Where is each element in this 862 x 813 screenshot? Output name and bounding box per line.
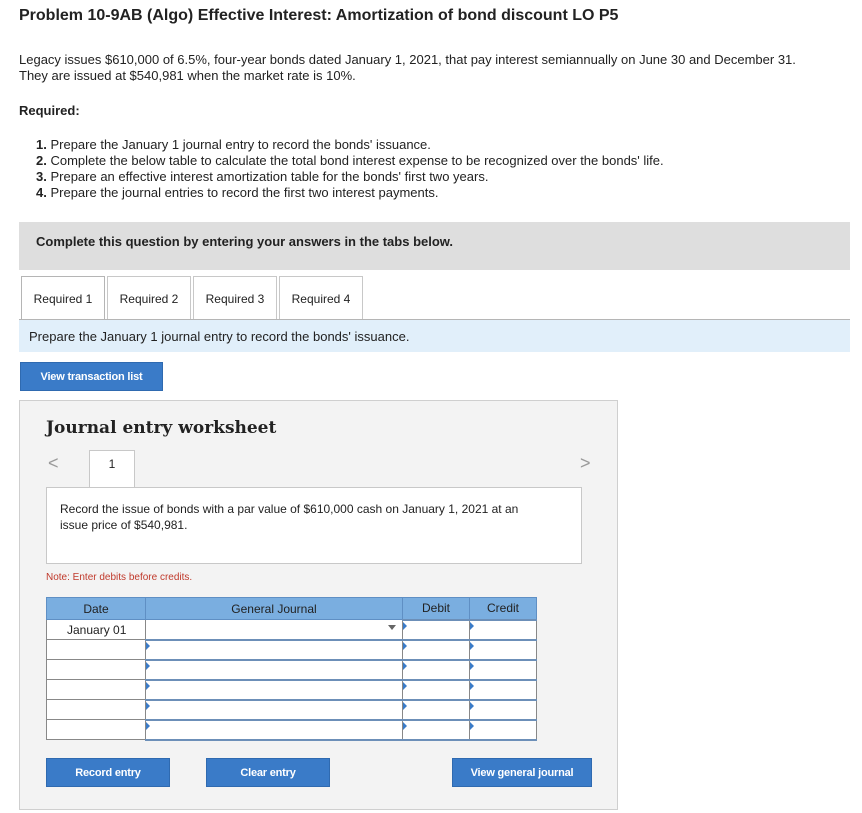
account-select[interactable]: [145, 678, 403, 701]
requirement-number: 4.: [36, 185, 47, 200]
date-cell[interactable]: [46, 719, 146, 740]
input-flag-icon: [403, 681, 407, 690]
next-arrow-icon[interactable]: >: [580, 453, 591, 474]
worksheet-title: Journal entry worksheet: [46, 418, 277, 438]
debit-input[interactable]: [402, 618, 470, 641]
header-date: Date: [46, 597, 146, 620]
input-flag-icon: [470, 721, 474, 730]
input-flag-icon: [403, 641, 407, 650]
account-select[interactable]: [145, 658, 403, 681]
journal-entry-worksheet: Journal entry worksheet < > 1 Record the…: [19, 400, 618, 810]
table-row: January 01: [46, 618, 537, 641]
account-select[interactable]: [145, 638, 403, 661]
journal-header-row: Date General Journal Debit Credit: [46, 597, 537, 620]
table-row: [46, 678, 537, 701]
table-row: [46, 718, 537, 741]
requirement-item: 1. Prepare the January 1 journal entry t…: [36, 137, 664, 153]
requirement-item: 4. Prepare the journal entries to record…: [36, 185, 664, 201]
header-general-journal: General Journal: [145, 597, 403, 620]
table-row: [46, 698, 537, 721]
debit-input[interactable]: [402, 718, 470, 741]
worksheet-page-tab[interactable]: 1: [89, 450, 135, 488]
account-select[interactable]: [145, 698, 403, 721]
credit-input[interactable]: [469, 678, 537, 701]
credit-input[interactable]: [469, 658, 537, 681]
clear-entry-button[interactable]: Clear entry: [206, 758, 330, 787]
requirement-text: Complete the below table to calculate th…: [50, 153, 664, 168]
requirement-tabs: Required 1 Required 2 Required 3 Require…: [19, 276, 850, 320]
dropdown-arrow-icon[interactable]: [388, 625, 396, 630]
entry-note: Note: Enter debits before credits.: [46, 572, 193, 583]
requirements-list: 1. Prepare the January 1 journal entry t…: [36, 137, 664, 201]
input-flag-icon: [146, 661, 150, 670]
requirement-number: 1.: [36, 137, 47, 152]
requirement-item: 2. Complete the below table to calculate…: [36, 153, 664, 169]
input-flag-icon: [470, 661, 474, 670]
instructions-band: Complete this question by entering your …: [19, 222, 850, 270]
tab-required-2[interactable]: Required 2: [107, 276, 191, 320]
credit-input[interactable]: [469, 638, 537, 661]
requirement-item: 3. Prepare an effective interest amortiz…: [36, 169, 664, 185]
requirement-number: 3.: [36, 169, 47, 184]
debit-input[interactable]: [402, 658, 470, 681]
instructions-text: Complete this question by entering your …: [36, 234, 454, 249]
account-select[interactable]: [145, 619, 403, 640]
problem-title: Problem 10-9AB (Algo) Effective Interest…: [19, 7, 619, 24]
requirement-number: 2.: [36, 153, 47, 168]
entry-description: Record the issue of bonds with a par val…: [60, 502, 519, 532]
requirement-text: Prepare the journal entries to record th…: [50, 185, 439, 200]
header-debit: Debit: [402, 597, 470, 620]
input-flag-icon: [403, 701, 407, 710]
tab-required-1[interactable]: Required 1: [21, 276, 105, 320]
intro-line-1: Legacy issues $610,000 of 6.5%, four-yea…: [19, 52, 796, 67]
debit-input[interactable]: [402, 638, 470, 661]
debit-input[interactable]: [402, 678, 470, 701]
input-flag-icon: [146, 721, 150, 730]
input-flag-icon: [146, 641, 150, 650]
date-cell[interactable]: January 01: [46, 619, 146, 640]
intro-line-2: They are issued at $540,981 when the mar…: [19, 68, 356, 83]
entry-description-box: Record the issue of bonds with a par val…: [46, 487, 582, 564]
record-entry-button[interactable]: Record entry: [46, 758, 170, 787]
input-flag-icon: [146, 681, 150, 690]
input-flag-icon: [403, 621, 407, 630]
credit-input[interactable]: [469, 718, 537, 741]
view-transaction-list-button[interactable]: View transaction list: [20, 362, 163, 391]
tab-required-4[interactable]: Required 4: [279, 276, 363, 320]
date-cell[interactable]: [46, 639, 146, 660]
table-row: [46, 658, 537, 681]
credit-input[interactable]: [469, 698, 537, 721]
input-flag-icon: [403, 721, 407, 730]
requirement-text: Prepare an effective interest amortizati…: [50, 169, 489, 184]
header-credit: Credit: [469, 597, 537, 620]
input-flag-icon: [470, 641, 474, 650]
credit-input[interactable]: [469, 618, 537, 641]
date-cell[interactable]: [46, 659, 146, 680]
view-general-journal-button[interactable]: View general journal: [452, 758, 592, 787]
date-cell[interactable]: [46, 679, 146, 700]
input-flag-icon: [146, 701, 150, 710]
input-flag-icon: [470, 701, 474, 710]
required-heading: Required:: [19, 103, 80, 118]
input-flag-icon: [470, 621, 474, 630]
input-flag-icon: [403, 661, 407, 670]
table-row: [46, 638, 537, 661]
debit-input[interactable]: [402, 698, 470, 721]
requirement-text: Prepare the January 1 journal entry to r…: [50, 137, 431, 152]
problem-intro: Legacy issues $610,000 of 6.5%, four-yea…: [19, 52, 859, 84]
tab-prompt-band: Prepare the January 1 journal entry to r…: [19, 320, 850, 352]
journal-table: Date General Journal Debit Credit Januar…: [46, 597, 537, 741]
tab-prompt-text: Prepare the January 1 journal entry to r…: [29, 329, 410, 344]
date-cell[interactable]: [46, 699, 146, 720]
tab-required-3[interactable]: Required 3: [193, 276, 277, 320]
account-select[interactable]: [145, 718, 403, 741]
prev-arrow-icon[interactable]: <: [48, 453, 59, 474]
input-flag-icon: [470, 681, 474, 690]
